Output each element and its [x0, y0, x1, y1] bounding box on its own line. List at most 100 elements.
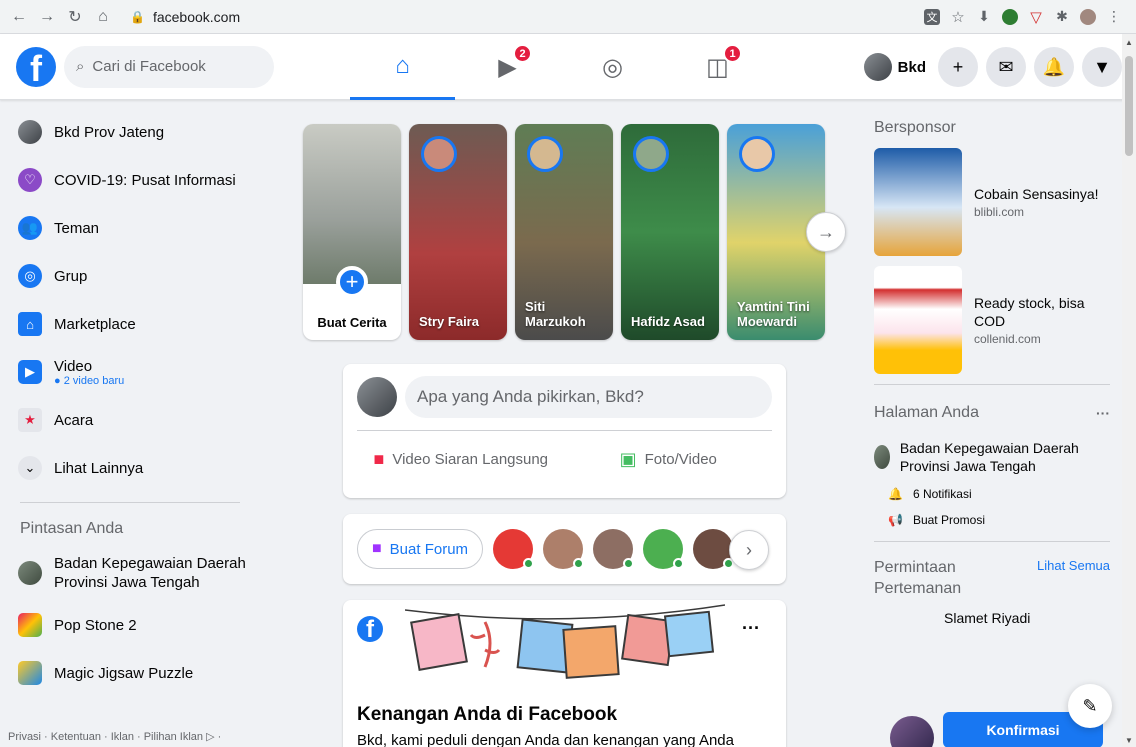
header-actions: Bkd + ✉ 🔔 ▼: [863, 34, 1122, 100]
facebook-logo-icon[interactable]: f: [16, 46, 56, 87]
story-name: Yamtini Tini Moewardi: [737, 298, 810, 330]
right-sidebar: Bersponsor Cobain Sensasinya! blibli.com…: [874, 108, 1110, 626]
avatar: [633, 136, 669, 172]
extension-icon[interactable]: ▽: [1028, 9, 1044, 26]
ad-title: Ready stock, bisa COD: [974, 294, 1085, 329]
story-card[interactable]: Hafidz Asad: [621, 124, 719, 340]
shield-icon[interactable]: [1002, 8, 1018, 25]
shortcut-item-jigsaw[interactable]: Magic Jigsaw Puzzle: [8, 649, 248, 697]
scroll-thumb[interactable]: [1125, 56, 1133, 156]
home-icon[interactable]: ⌂: [90, 4, 116, 30]
story-name: Buat Cerita: [317, 315, 387, 330]
avatar[interactable]: [890, 716, 934, 747]
photo-icon: ▣: [619, 448, 637, 469]
profile-icon[interactable]: [1080, 8, 1096, 25]
tab-gaming[interactable]: ◫ 1: [665, 34, 770, 100]
ad-item[interactable]: Cobain Sensasinya! blibli.com: [874, 148, 1110, 256]
rooms-bar: ■ Buat Forum ›: [343, 514, 786, 584]
see-all-link[interactable]: Lihat Semua: [1037, 558, 1110, 573]
sidebar-item-friends[interactable]: 👥 Teman: [8, 204, 248, 252]
tab-groups[interactable]: ◎: [560, 34, 665, 100]
account-menu-button[interactable]: ▼: [1082, 47, 1122, 87]
sidebar-item-label: Teman: [54, 219, 100, 237]
room-avatar[interactable]: [693, 529, 735, 569]
megaphone-icon: 📢: [888, 513, 903, 528]
lock-icon: 🔒: [130, 9, 145, 24]
notifications-button[interactable]: 🔔: [1034, 47, 1074, 87]
story-card[interactable]: Stry Faira: [409, 124, 507, 340]
video-plus-icon: ■: [372, 540, 382, 557]
rooms-next-button[interactable]: ›: [729, 530, 769, 570]
back-icon[interactable]: ←: [6, 4, 32, 30]
search-input[interactable]: ⌕ Cari di Facebook: [64, 45, 274, 88]
download-icon[interactable]: ⬇: [976, 8, 992, 25]
sidebar-item-see-more[interactable]: ⌄ Lihat Lainnya: [8, 444, 248, 492]
create-promotion-link[interactable]: 📢 Buat Promosi: [874, 507, 1110, 533]
scroll-up-icon[interactable]: ▲: [1125, 38, 1133, 47]
menu-icon[interactable]: ⋮: [1106, 8, 1122, 25]
create-story-card[interactable]: + Buat Cerita: [303, 124, 401, 340]
translate-icon[interactable]: 文: [924, 8, 940, 25]
photo-video-button[interactable]: ▣ Foto/Video: [565, 439, 773, 479]
page-item[interactable]: Badan Kepegawaian Daerah Provinsi Jawa T…: [874, 433, 1110, 481]
profile-name: Bkd: [897, 58, 926, 76]
watch-badge: 2: [513, 44, 532, 63]
requests-heading: Permintaan Pertemanan: [874, 559, 962, 598]
sidebar-item-groups[interactable]: ◎ Grup: [8, 252, 248, 300]
bell-icon: 🔔: [888, 487, 903, 502]
composer-actions: ■ Video Siaran Langsung ▣ Foto/Video: [343, 431, 786, 487]
scrollbar[interactable]: ▲ ▼: [1122, 34, 1136, 747]
star-icon[interactable]: ☆: [950, 9, 966, 26]
status-input[interactable]: Apa yang Anda pikirkan, Bkd?: [405, 376, 772, 418]
home-icon: ⌂: [395, 51, 410, 79]
story-image: [303, 124, 401, 284]
sidebar-item-events[interactable]: ★ Acara: [8, 396, 248, 444]
pages-header: Halaman Anda ···: [874, 393, 1110, 433]
shortcut-item-bkd[interactable]: Badan Kepegawaian Daerah Provinsi Jawa T…: [8, 545, 248, 601]
sidebar-item-profile[interactable]: Bkd Prov Jateng: [8, 108, 248, 156]
sidebar-item-marketplace[interactable]: ⌂ Marketplace: [8, 300, 248, 348]
room-avatar[interactable]: [543, 529, 585, 569]
more-options-button[interactable]: ···: [742, 618, 760, 639]
puzzle-icon[interactable]: ✱: [1054, 8, 1070, 25]
sidebar-item-video[interactable]: ▶ Video ● 2 video baru: [8, 348, 248, 396]
notifications-link[interactable]: 🔔 6 Notifikasi: [874, 481, 1110, 507]
facebook-logo-icon: f: [357, 616, 383, 642]
create-button[interactable]: +: [938, 47, 978, 87]
messenger-icon: ✉: [998, 56, 1014, 77]
tab-watch[interactable]: ▶ 2: [455, 34, 560, 100]
more-options-button[interactable]: ···: [1096, 405, 1110, 421]
puzzle-game-icon: [18, 661, 42, 685]
reload-icon[interactable]: ↻: [62, 4, 88, 30]
sidebar-divider: [20, 502, 240, 503]
groups-icon: ◎: [18, 264, 42, 288]
stories-next-button[interactable]: →: [806, 212, 846, 252]
sidebar-divider: [874, 384, 1110, 385]
shortcut-item-pop-stone[interactable]: Pop Stone 2: [8, 601, 248, 649]
room-avatar[interactable]: [643, 529, 685, 569]
room-avatar[interactable]: [593, 529, 635, 569]
messenger-button[interactable]: ✉: [986, 47, 1026, 87]
new-message-button[interactable]: ✎: [1068, 684, 1112, 728]
live-video-button[interactable]: ■ Video Siaran Langsung: [357, 439, 565, 479]
request-name[interactable]: Slamet Riyadi: [944, 610, 1110, 626]
video-icon: ▶: [18, 360, 42, 384]
photo-video-label: Foto/Video: [644, 450, 717, 468]
scroll-down-icon[interactable]: ▼: [1125, 736, 1133, 745]
footer-links[interactable]: Privasi · Ketentuan · Iklan · Pilihan Ik…: [8, 730, 221, 743]
avatar: [18, 120, 42, 144]
game-icon: [18, 613, 42, 637]
profile-button[interactable]: Bkd: [863, 53, 926, 81]
chevron-down-icon: ⌄: [18, 456, 42, 480]
address-bar[interactable]: 🔒 facebook.com: [130, 9, 924, 25]
story-card[interactable]: Siti Marzukoh: [515, 124, 613, 340]
sidebar-item-covid[interactable]: ♡ COVID-19: Pusat Informasi: [8, 156, 248, 204]
forward-icon[interactable]: →: [34, 4, 60, 30]
tab-home[interactable]: ⌂: [350, 34, 455, 100]
room-avatar[interactable]: [493, 529, 535, 569]
search-icon: ⌕: [76, 58, 85, 75]
ad-item[interactable]: Ready stock, bisa COD collenid.com: [874, 266, 1110, 374]
groups-icon: ◎: [602, 53, 623, 81]
ad-text: Cobain Sensasinya! blibli.com: [974, 148, 1099, 256]
create-room-button[interactable]: ■ Buat Forum: [357, 529, 484, 569]
